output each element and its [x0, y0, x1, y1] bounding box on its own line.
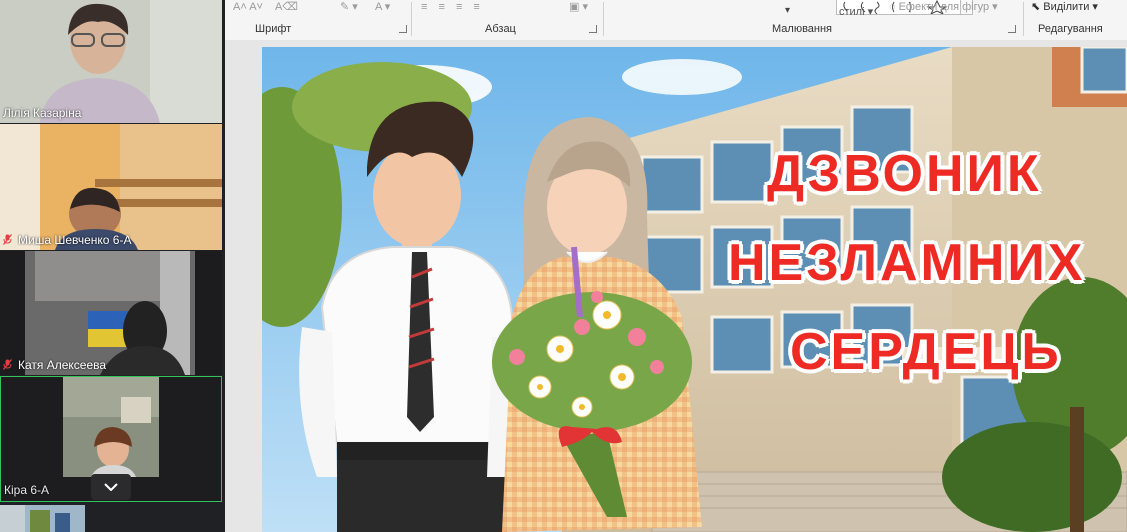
divider: [603, 2, 604, 36]
participant-video: [0, 124, 222, 250]
cursor-arrow-icon: ⬉: [1031, 1, 1044, 13]
paragraph-dialog-launcher-icon[interactable]: [589, 25, 597, 33]
slide-title-line-3: СЕРДЕЦЬ: [789, 322, 1062, 382]
paragraph-align-icons[interactable]: ≡ ≡ ≡ ≡: [421, 0, 484, 16]
group-drawing-label: Малювання: [772, 23, 833, 35]
drawing-dialog-launcher-icon[interactable]: [1008, 25, 1016, 33]
select-label: Виділити: [1043, 1, 1090, 13]
participant-tile[interactable]: Катя Алексеева: [0, 251, 222, 375]
highlight-icon[interactable]: ✎ ▾: [340, 0, 358, 16]
participant-video: [0, 251, 222, 375]
participant-name: Катя Алексеева: [3, 358, 106, 372]
font-color-icon[interactable]: A ▾: [375, 0, 390, 16]
slide-title-line-1: ДЗВОНИК: [766, 144, 1042, 204]
participant-name-text: Миша Шевченко 6-А: [18, 233, 132, 247]
slide-title-line-2: НЕЗЛАМНИХ: [727, 233, 1086, 293]
next-participant-thumbnail[interactable]: [0, 505, 85, 532]
font-dialog-launcher-icon[interactable]: [399, 25, 407, 33]
group-font-label: Шрифт: [255, 23, 292, 35]
font-size-grow-icon[interactable]: A˄ A˅: [233, 0, 263, 16]
group-editing-label: Редагування: [1038, 23, 1103, 35]
participant-tile[interactable]: Лілія Казаріна: [0, 0, 222, 123]
ribbon: A˄ A˅ A⌫ ✎ ▾ A ▾ Шрифт ≡ ≡ ≡ ≡ ▣ ▾ Абзац…: [225, 0, 1127, 41]
shape-effects-button[interactable]: ◌ Ефекти для фігур ▾: [889, 0, 998, 16]
participant-name: Кіра 6-А: [4, 483, 50, 497]
participant-name: Лілія Казаріна: [3, 106, 82, 120]
arrange-icon[interactable]: ▣ ▾: [569, 0, 588, 16]
divider: [1023, 2, 1024, 36]
group-paragraph-label: Абзац: [485, 23, 516, 35]
participant-tile[interactable]: Миша Шевченко 6-А: [0, 124, 222, 250]
divider: [411, 2, 412, 36]
participant-name: Миша Шевченко 6-А: [3, 233, 131, 247]
quick-styles-button[interactable]: стилі ▾: [839, 5, 873, 21]
mic-off-icon: [3, 359, 12, 370]
mic-off-icon: [3, 234, 12, 245]
shape-effects-label: Ефекти для фігур: [898, 1, 990, 13]
chevron-down-icon: [104, 483, 118, 492]
quick-styles-label: стилі: [839, 6, 865, 18]
participants-panel: Лілія Казаріна Миша Шевченко 6-А Катя Ал…: [0, 0, 225, 532]
collapse-panel-button[interactable]: [91, 474, 131, 500]
clear-format-icon[interactable]: A⌫: [275, 0, 298, 16]
participant-name-text: Катя Алексеева: [18, 358, 107, 372]
select-button[interactable]: ⬉ Виділити ▾: [1031, 0, 1098, 16]
quick-styles-dropdown[interactable]: ▾: [785, 4, 790, 20]
shape-effects-icon: ◌: [889, 1, 899, 13]
participant-video: [0, 0, 222, 123]
slide-canvas[interactable]: ДЗВОНИК НЕЗЛАМНИХ СЕРДЕЦЬ: [262, 47, 1127, 532]
